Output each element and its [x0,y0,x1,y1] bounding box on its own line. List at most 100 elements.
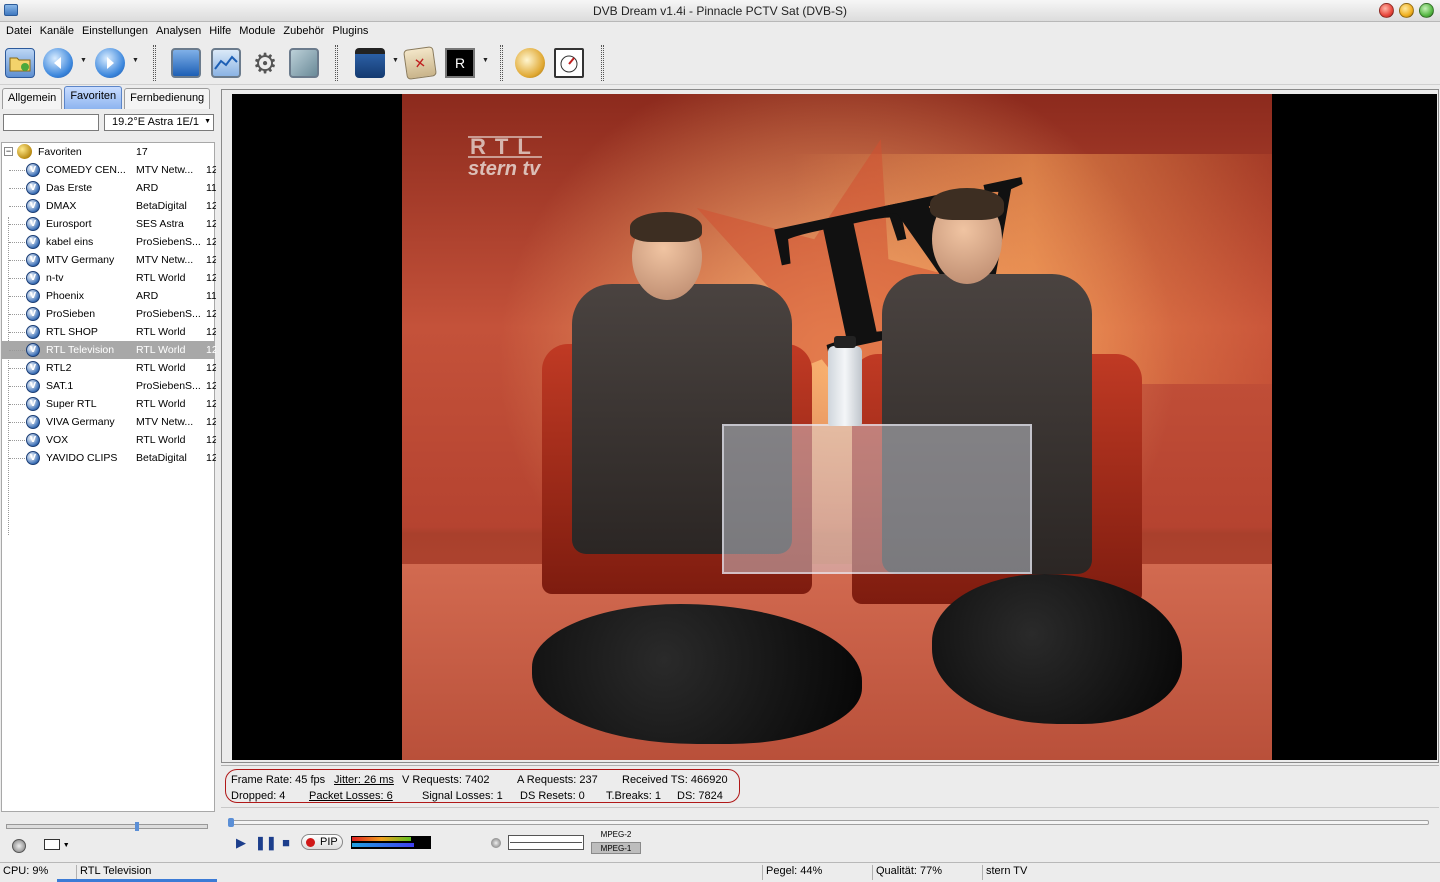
channel-name: VOX [46,434,69,446]
favorites-group-row[interactable]: − Favoriten 17 [2,143,214,161]
tree-connector [9,260,25,261]
tree-connector [9,278,25,279]
codec-mpeg1[interactable]: MPEG-1 [591,842,641,854]
channel-search-input[interactable] [3,114,99,131]
channel-row[interactable]: V Phoenix ARD 11 [2,287,216,305]
clapperboard-button[interactable] [353,46,387,80]
channel-row[interactable]: V RTL2 RTL World 12 [2,359,216,377]
tab-fernbedienung[interactable]: Fernbedienung [124,88,211,109]
tab-favoriten[interactable]: Favoriten [64,86,123,109]
epg-button[interactable]: ✕ [403,46,437,80]
channel-provider: RTL World [136,362,186,374]
record-button[interactable]: R [443,46,477,80]
tv-channel-icon: V [26,433,40,447]
forward-button[interactable] [93,46,127,80]
scheduler-button[interactable] [552,46,586,80]
channel-row[interactable]: V VIVA Germany MTV Netw... 12 [2,413,216,431]
panel-slider[interactable] [6,822,208,831]
tv-channel-icon: V [26,361,40,375]
guest-hair [630,212,702,242]
volume-slider[interactable] [508,835,584,850]
channel-row[interactable]: V MTV Germany MTV Netw... 12 [2,251,216,269]
channel-row[interactable]: Vn-tv RTL World 12 [2,269,216,287]
menu-plugins[interactable]: Plugins [328,22,372,41]
bottle [828,336,862,426]
screen-button[interactable] [287,46,321,80]
stop-icon[interactable]: ■ [278,835,294,851]
channel-tree[interactable]: − Favoriten 17 V COMEDY CEN... MTV Netw...… [1,142,216,812]
list-view-icon [44,839,60,850]
channel-provider: MTV Netw... [136,254,194,266]
maximize-window-icon[interactable] [1419,3,1434,18]
signal-graph-icon [211,48,241,78]
favorites-group-icon [17,144,32,159]
seek-bar[interactable] [228,818,1429,827]
monitor-button[interactable] [169,46,203,80]
channel-row[interactable]: V Eurosport SES Astra 12 [2,215,216,233]
menu-bar: Datei Kanäle Einstellungen Analysen Hilf… [0,22,1440,41]
video-display[interactable]: TV RTL stern tv [232,94,1437,760]
timer-button[interactable] [513,46,547,80]
channel-extra: 12 [206,308,216,320]
satellite-select[interactable]: 19.2°E Astra 1E/1 ▼ [104,114,214,131]
channel-name: n-tv [46,272,64,284]
channel-row[interactable]: V Das Erste ARD 11 [2,179,216,197]
channel-row[interactable]: V ProSieben ProSiebenS... 12 [2,305,216,323]
menu-kanaele[interactable]: Kanäle [36,22,78,41]
volume-icon[interactable] [491,838,501,848]
back-button[interactable] [41,46,75,80]
forward-dropdown-chevron-icon[interactable]: ▼ [132,57,140,64]
channel-name: Eurosport [46,218,92,230]
channel-name: COMEDY CEN... [46,164,126,176]
collapse-icon[interactable]: − [4,147,13,156]
channel-row[interactable]: V DMAX BetaDigital 12 [2,197,216,215]
channel-provider: RTL World [136,272,186,284]
toolbar-separator [153,45,156,81]
a-requests: A Requests: 237 [517,774,598,786]
menu-einstellungen[interactable]: Einstellungen [78,22,152,41]
tv-channel-icon: V [26,199,40,213]
menu-datei[interactable]: Datei [2,22,36,41]
tree-connector [9,188,25,189]
stopwatch-icon [515,48,545,78]
menu-module[interactable]: Module [235,22,279,41]
menu-analysen[interactable]: Analysen [152,22,205,41]
channel-row[interactable]: Vkabel eins ProSiebenS... 12 [2,233,216,251]
settings-button[interactable]: ⚙ [248,46,282,80]
list-view-button[interactable]: ▼ [44,839,72,853]
channel-row[interactable]: V COMEDY CEN... MTV Netw... 12 [2,161,216,179]
channel-extra: 12 [206,236,216,248]
menu-zubehoer[interactable]: Zubehör [279,22,328,41]
tree-connector [9,440,25,441]
channel-row[interactable]: V Super RTL RTL World 12 [2,395,216,413]
open-folder-button[interactable] [3,46,37,80]
toolbar: ▼ ▼ ⚙ ▼ ✕ R ▼ [0,41,1440,85]
menu-hilfe[interactable]: Hilfe [205,22,235,41]
tab-allgemein[interactable]: Allgemein [2,88,63,109]
signal-losses: Signal Losses: 1 [422,790,503,802]
back-dropdown-chevron-icon[interactable]: ▼ [80,57,88,64]
calendar-icon [554,48,584,78]
seek-knob[interactable] [228,818,234,827]
packet-losses: Packet Losses: 6 [309,790,393,802]
play-icon[interactable]: ▶ [233,835,249,851]
codec-mpeg2[interactable]: MPEG-2 [591,829,641,841]
pip-button[interactable]: PIP [301,834,343,850]
channel-extra: 12 [206,398,216,410]
channel-row[interactable]: V YAVIDO CLIPS BetaDigital 12 [2,449,216,467]
channel-name: RTL Television [46,344,115,356]
panel-tabs: Allgemein Favoriten Fernbedienung [2,86,212,110]
panel-slider-knob[interactable] [135,822,139,831]
close-window-icon[interactable] [1379,3,1394,18]
clapperboard-dropdown-chevron-icon[interactable]: ▼ [392,57,400,64]
satellite-dish-icon[interactable] [12,839,26,853]
pause-icon[interactable]: ❚❚ [255,835,277,851]
channel-extra: 12 [206,362,216,374]
channel-row[interactable]: V SAT.1 ProSiebenS... 12 [2,377,216,395]
channel-row[interactable]: V VOX RTL World 12 [2,431,216,449]
signal-graph-button[interactable] [209,46,243,80]
channel-row[interactable]: V RTL SHOP RTL World 12 [2,323,216,341]
channel-row[interactable]: V RTL Television RTL World 12 [2,341,216,359]
minimize-window-icon[interactable] [1399,3,1414,18]
record-dropdown-chevron-icon[interactable]: ▼ [482,57,490,64]
